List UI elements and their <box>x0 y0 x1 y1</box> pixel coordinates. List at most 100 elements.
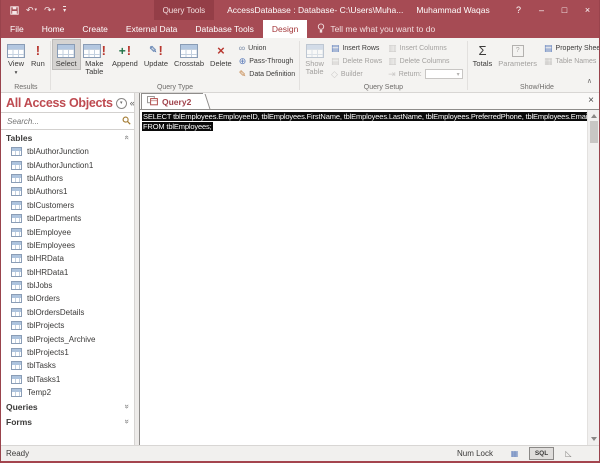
sidebar-table-item[interactable]: tblDepartments <box>1 212 134 225</box>
table-icon <box>11 173 22 183</box>
collapse-group-icon[interactable]: « <box>122 135 131 139</box>
table-item-label: tblProjects_Archive <box>27 334 96 344</box>
parameters-button[interactable]: ? Parameters <box>495 40 540 69</box>
union-button[interactable]: ∞ Union <box>239 42 295 54</box>
append-button[interactable]: +! Append <box>109 40 141 69</box>
sidebar-table-item[interactable]: tblHRData <box>1 252 134 265</box>
crosstab-button[interactable]: Crosstab <box>171 40 207 69</box>
close-icon[interactable]: × <box>576 0 599 20</box>
tell-me-box[interactable]: Tell me what you want to do <box>307 20 445 38</box>
insert-rows-button[interactable]: ▤ Insert Rows <box>331 42 382 54</box>
delete-rows-label: Delete Rows <box>342 57 383 65</box>
table-icon <box>11 281 22 291</box>
make-table-button[interactable]: ! Make Table <box>80 40 109 77</box>
table-icon <box>11 214 22 224</box>
data-definition-button[interactable]: ✎ Data Definition <box>239 68 295 80</box>
tab-design[interactable]: Design <box>262 20 308 38</box>
builder-button[interactable]: ◇ Builder <box>331 68 382 80</box>
table-names-button[interactable]: ▦ Table Names <box>544 55 599 67</box>
sql-view-button[interactable]: SQL <box>529 447 554 460</box>
tables-group-header[interactable]: Tables « <box>1 130 134 145</box>
queries-group-header[interactable]: Queries » <box>1 399 134 414</box>
sidebar-table-item[interactable]: tblAuthorJunction <box>1 145 134 158</box>
sidebar-table-item[interactable]: tblProjects_Archive <box>1 332 134 345</box>
sql-editor[interactable]: SELECT tblEmployees.EmployeeID, tblEmplo… <box>140 110 599 445</box>
vertical-scrollbar[interactable] <box>587 110 599 445</box>
sidebar-table-item[interactable]: tblAuthors1 <box>1 185 134 198</box>
pass-through-icon: ⊕ <box>238 55 247 66</box>
run-button[interactable]: ! Run <box>28 40 48 69</box>
lightbulb-icon <box>317 22 325 36</box>
titlebar: ↶ ▾ ↷ ▾ ▾ Query Tools AccessDatabase : Dat… <box>1 0 599 20</box>
scrollbar-thumb[interactable] <box>589 121 598 143</box>
document-tab-query2[interactable]: Query2 <box>141 93 204 109</box>
close-document-icon[interactable]: × <box>583 96 599 106</box>
sidebar-table-item[interactable]: tblHRData1 <box>1 266 134 279</box>
delete-rows-button[interactable]: ▤ Delete Rows <box>331 55 382 67</box>
tab-external-data[interactable]: External Data <box>117 20 187 38</box>
tables-list: tblAuthorJunction tblAuthorJunction1 tbl… <box>1 145 134 399</box>
sidebar-table-item[interactable]: tblProjects1 <box>1 346 134 359</box>
sidebar-table-item[interactable]: tblOrders <box>1 292 134 305</box>
property-sheet-button[interactable]: ▤ Property Sheet <box>544 42 599 54</box>
property-sheet-label: Property Sheet <box>555 44 599 52</box>
return-icon: ⇥ <box>388 68 396 79</box>
redo-icon[interactable]: ↷ ▾ <box>44 5 56 15</box>
sidebar-table-item[interactable]: tblAuthors <box>1 172 134 185</box>
sidebar-table-item[interactable]: tblOrdersDetails <box>1 306 134 319</box>
undo-dropdown-icon[interactable]: ▾ <box>35 7 38 13</box>
expand-group-icon[interactable]: » <box>122 420 131 424</box>
update-button[interactable]: ✎! Update <box>141 40 171 69</box>
undo-icon[interactable]: ↶ ▾ <box>26 5 38 15</box>
sidebar-table-item[interactable]: tblTasks <box>1 359 134 372</box>
table-icon <box>11 147 22 157</box>
delete-columns-icon: ▥ <box>388 55 397 66</box>
show-hide-group-label: Show/Hide <box>520 84 554 91</box>
return-dropdown[interactable]: ▾ <box>424 69 463 79</box>
make-table-icon: ! <box>82 41 106 60</box>
view-dropdown-icon[interactable]: ▾ <box>15 69 18 77</box>
sidebar-table-item[interactable]: Temp2 <box>1 386 134 399</box>
table-item-label: tblHRData1 <box>27 267 69 277</box>
scroll-down-icon[interactable] <box>590 437 597 441</box>
redo-dropdown-icon[interactable]: ▾ <box>53 7 56 13</box>
datasheet-view-button[interactable]: ▦ <box>502 447 527 460</box>
table-item-label: tblOrdersDetails <box>27 307 85 317</box>
show-table-button[interactable]: Show Table <box>302 40 327 77</box>
sidebar-table-item[interactable]: tblJobs <box>1 279 134 292</box>
table-icon <box>11 200 22 210</box>
navigation-menu-icon[interactable]: ▾ <box>115 97 127 109</box>
sidebar-table-item[interactable]: tblCustomers <box>1 199 134 212</box>
sql-text-line: SELECT tblEmployees.EmployeeID, tblEmplo… <box>142 112 590 122</box>
tab-home[interactable]: Home <box>33 20 74 38</box>
expand-group-icon[interactable]: » <box>122 405 131 409</box>
save-icon[interactable] <box>10 5 19 15</box>
design-view-button[interactable]: ◺ <box>556 447 581 460</box>
delete-columns-button[interactable]: ▥ Delete Columns <box>388 55 463 67</box>
insert-columns-button[interactable]: ▥ Insert Columns <box>388 42 463 54</box>
customize-qat-icon[interactable]: ▾ <box>62 6 67 14</box>
tab-database-tools[interactable]: Database Tools <box>186 20 262 38</box>
select-query-button[interactable]: Select <box>51 39 81 70</box>
maximize-icon[interactable]: □ <box>553 0 576 20</box>
search-input[interactable] <box>5 115 122 127</box>
collapse-ribbon-icon[interactable]: ∧ <box>587 77 592 85</box>
sidebar-table-item[interactable]: tblEmployees <box>1 239 134 252</box>
sidebar-table-item[interactable]: tblTasks1 <box>1 373 134 386</box>
help-icon[interactable]: ? <box>507 0 530 20</box>
view-button[interactable]: View ▾ <box>4 40 28 78</box>
pass-through-button[interactable]: ⊕ Pass-Through <box>239 55 295 67</box>
sidebar-table-item[interactable]: tblAuthorJunction1 <box>1 158 134 171</box>
sidebar-table-item[interactable]: tblEmployee <box>1 225 134 238</box>
account-user-name[interactable]: Muhammad Waqas <box>416 5 489 15</box>
totals-button[interactable]: Σ Totals <box>470 40 496 69</box>
tab-file[interactable]: File <box>1 20 33 38</box>
forms-group-header[interactable]: Forms » <box>1 414 134 429</box>
delete-query-button[interactable]: × Delete <box>207 40 235 69</box>
minimize-icon[interactable]: – <box>530 0 553 20</box>
tab-create[interactable]: Create <box>73 20 117 38</box>
results-group-label: Results <box>14 84 38 91</box>
search-icon[interactable] <box>122 112 131 130</box>
scroll-up-icon[interactable] <box>590 114 597 118</box>
sidebar-table-item[interactable]: tblProjects <box>1 319 134 332</box>
